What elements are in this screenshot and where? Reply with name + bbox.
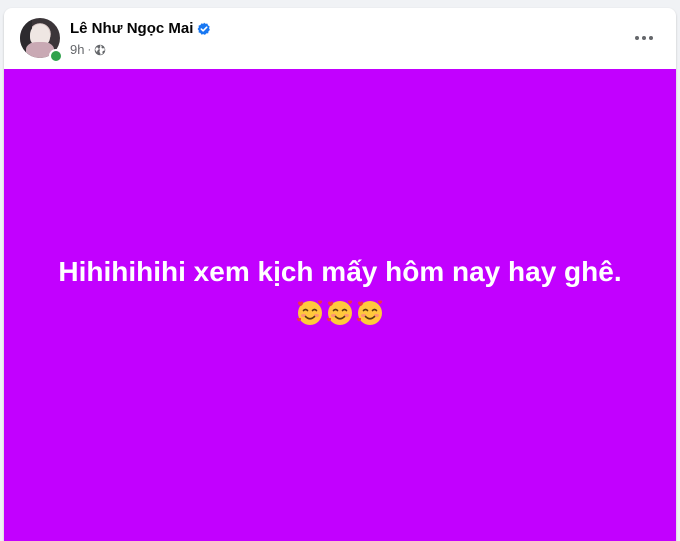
more-horizontal-icon [635, 36, 653, 40]
globe-icon[interactable] [94, 44, 106, 56]
smiling-face-with-hearts-icon [325, 298, 355, 328]
post-timestamp[interactable]: 9h [70, 42, 84, 57]
meta-separator: · [87, 43, 92, 56]
status-background: Hihihihihi xem kịch mấy hôm nay hay ghê. [4, 69, 676, 541]
author-avatar[interactable] [20, 18, 63, 63]
post-card: Lê Như Ngọc Mai 9h · Hihihihihi xem kịch… [4, 8, 676, 541]
smiling-face-with-hearts-icon [355, 298, 385, 328]
more-options-button[interactable] [628, 22, 660, 54]
verified-badge-icon [197, 22, 211, 36]
author-name[interactable]: Lê Như Ngọc Mai [70, 20, 193, 37]
post-meta: 9h · [70, 42, 106, 57]
smiling-face-with-hearts-icon [295, 298, 325, 328]
author-name-row: Lê Như Ngọc Mai [70, 20, 211, 37]
post-header: Lê Như Ngọc Mai 9h · [4, 8, 676, 68]
status-text: Hihihihihi xem kịch mấy hôm nay hay ghê. [58, 256, 622, 287]
online-status-dot [49, 49, 63, 63]
emoji-row [295, 298, 385, 328]
